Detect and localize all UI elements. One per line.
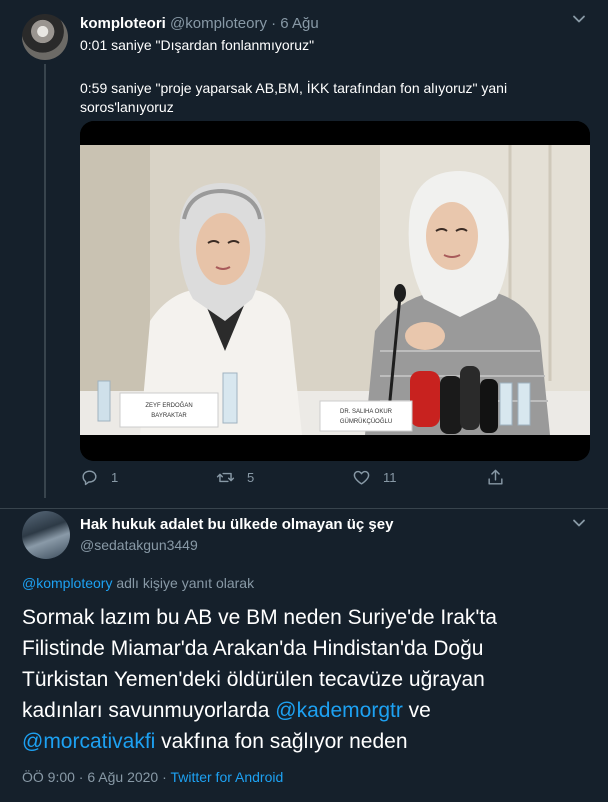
tweet-text-line: 0:01 saniye "Dışardan fonlanmıyoruz"	[80, 37, 315, 53]
reply-icon	[82, 470, 97, 486]
handle[interactable]: @komploteory	[170, 15, 267, 32]
chevron-down-icon[interactable]	[572, 12, 586, 26]
tweet-actions: 1 5 11	[80, 468, 520, 492]
tweet-meta: ÖÖ 9:00 · 6 Ağu 2020 · Twitter for Andro…	[22, 769, 283, 785]
display-name[interactable]: Hak hukuk adalet bu ülkede olmayan üç şe…	[80, 516, 393, 533]
nameplate-left-line1: ZEYF ERDOĞAN	[145, 402, 192, 409]
tweet-text-line: Filistinde Miamar'da Arakan'da Hindistan…	[22, 637, 484, 660]
chevron-down-icon[interactable]	[572, 516, 586, 530]
tweet-text: vakfına fon sağlıyor neden	[155, 730, 408, 753]
tweet-time[interactable]: ÖÖ 9:00	[22, 769, 75, 785]
video-player[interactable]: ZEYF ERDOĞAN BAYRAKTAR DR. SALIHA OKUR G…	[80, 121, 590, 461]
handle[interactable]: @sedatakgun3449	[80, 537, 198, 553]
reply-to-suffix: adlı kişiye yanıt olarak	[112, 575, 255, 591]
nameplate-right-line1: DR. SALIHA OKUR	[340, 409, 393, 415]
tweet-date[interactable]: 6 Ağu	[280, 15, 318, 32]
separator: ·	[271, 15, 277, 32]
tweet-text-line: @morcativakfi vakfına fon sağlıyor neden	[22, 726, 408, 757]
tweet-text: kadınları savunmuyorlarda	[22, 699, 276, 722]
tweet-text-line: Sormak lazım bu AB ve BM neden Suriye'de…	[22, 606, 497, 629]
tweet-text-line: kadınları savunmuyorlarda @kademorgtr ve	[22, 695, 431, 726]
nameplate-left-line2: BAYRAKTAR	[151, 413, 187, 419]
separator: ·	[74, 769, 88, 785]
share-icon	[488, 469, 503, 485]
retweet-count: 5	[247, 470, 255, 485]
reply-to-link[interactable]: @komploteory	[22, 575, 112, 591]
tweet-text-line: Türkistan Yemen'deki öldürülen tecavüze …	[22, 668, 485, 691]
tweet-header: komploteori @komploteory · 6 Ağu	[80, 15, 319, 32]
video-frame: ZEYF ERDOĞAN BAYRAKTAR DR. SALIHA OKUR G…	[80, 121, 590, 461]
like-button[interactable]: 11	[352, 468, 397, 487]
reply-count: 1	[111, 470, 119, 485]
like-icon	[353, 470, 370, 485]
divider	[0, 508, 608, 509]
tweet-text: ve	[402, 699, 431, 722]
avatar[interactable]	[22, 511, 70, 559]
retweet-icon	[216, 472, 235, 483]
retweet-button[interactable]: 5	[216, 468, 254, 487]
reply-button[interactable]: 1	[80, 468, 118, 487]
tweet-text-line: 0:59 saniye "proje yaparsak AB,BM, İKK t…	[80, 80, 508, 96]
mention-link[interactable]: @morcativakfi	[22, 730, 155, 753]
tweet-komploteori[interactable]: komploteori @komploteory · 6 Ağu 0:01 sa…	[0, 0, 608, 508]
avatar[interactable]	[22, 14, 68, 60]
reply-context: @komploteory adlı kişiye yanıt olarak	[22, 575, 254, 591]
separator: ·	[158, 769, 171, 785]
share-button[interactable]	[486, 468, 505, 487]
thread-line	[44, 64, 46, 498]
nameplate-right-line2: GÜMRÜKÇÜOĞLU	[340, 418, 392, 425]
like-count: 11	[383, 470, 397, 485]
tweet-text-line: soros'lanıyoruz	[80, 99, 174, 115]
mention-link[interactable]: @kademorgtr	[275, 699, 403, 722]
display-name[interactable]: komploteori	[80, 15, 166, 32]
tweet-date[interactable]: 6 Ağu 2020	[87, 769, 158, 785]
source-link[interactable]: Twitter for Android	[170, 769, 283, 785]
